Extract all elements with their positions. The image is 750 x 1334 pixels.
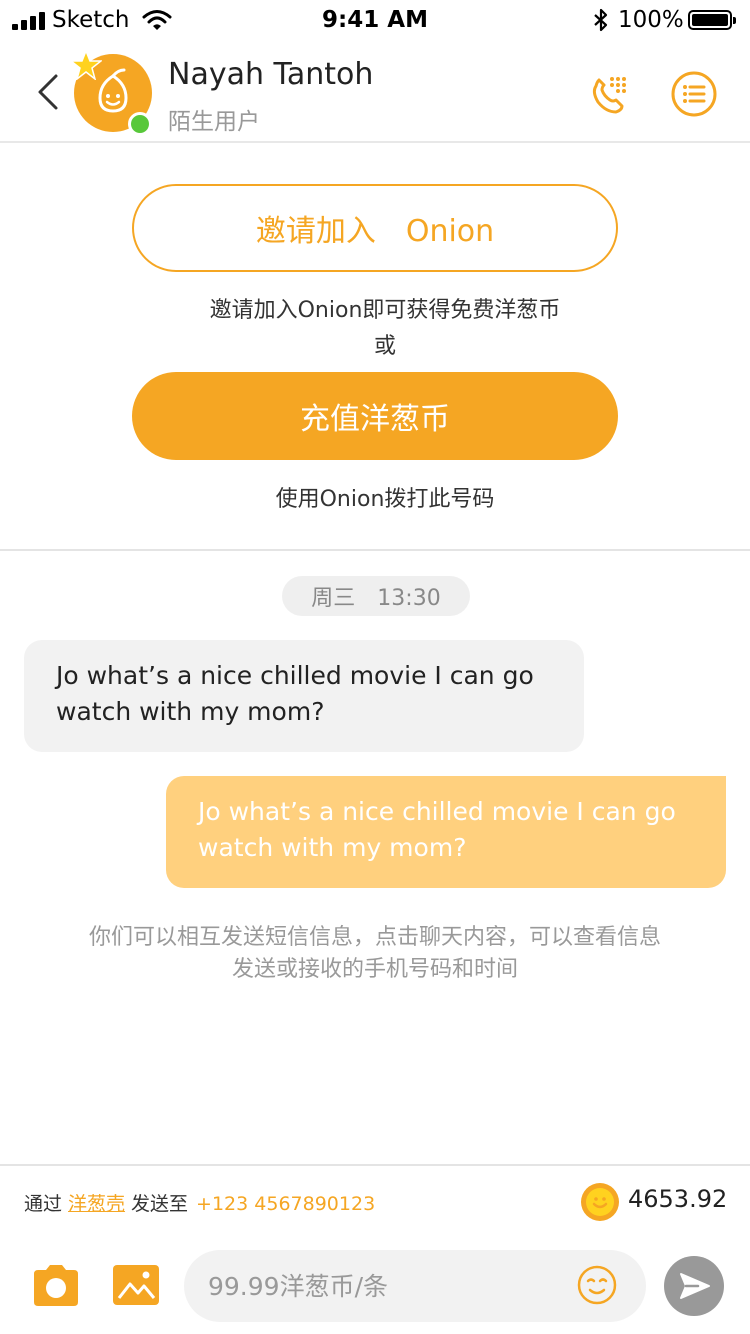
send-button[interactable]	[664, 1256, 724, 1316]
bluetooth-icon	[594, 8, 608, 32]
battery-percent: 100%	[618, 7, 684, 33]
call-description: 使用Onion拨打此号码	[275, 487, 495, 512]
via-mid: 发送至	[131, 1193, 189, 1215]
image-gallery-icon[interactable]	[110, 1262, 162, 1308]
chat-header: Nayah Tantoh 陌生用户	[0, 40, 750, 143]
dialpad-icon[interactable]	[586, 70, 634, 118]
send-arrow-icon	[680, 1273, 710, 1299]
contact-name: Nayah Tantoh	[168, 57, 374, 92]
via-service-link[interactable]: 洋葱壳	[68, 1193, 125, 1215]
contact-subtitle: 陌生用户	[168, 109, 260, 135]
destination-phone: +123 4567890123	[196, 1193, 376, 1215]
list-menu-icon[interactable]	[670, 70, 718, 118]
online-status-dot	[128, 112, 152, 136]
via-prefix: 通过	[24, 1193, 63, 1215]
invite-description: 邀请加入Onion即可获得免费洋葱币	[209, 298, 561, 323]
chat-hint-text: 你们可以相互发送短信信息，点击聊天内容，可以查看信息发送或接收的手机号码和时间	[88, 925, 661, 982]
divider	[0, 1164, 750, 1166]
coin-icon	[581, 1183, 619, 1221]
recharge-coins-button[interactable]: 充值洋葱币	[132, 372, 618, 460]
invite-onion-button[interactable]: 邀请加入 Onion	[132, 184, 618, 272]
camera-icon[interactable]	[30, 1262, 82, 1308]
incoming-message-bubble[interactable]: Jo what’s a nice chilled movie I can go …	[24, 640, 584, 752]
emoji-icon[interactable]	[576, 1264, 618, 1306]
outgoing-message-bubble[interactable]: Jo what’s a nice chilled movie I can go …	[166, 776, 726, 888]
star-badge-icon	[70, 50, 102, 80]
battery-icon	[688, 10, 736, 30]
coin-balance: 4653.92	[628, 1185, 728, 1213]
status-bar: Sketch 9:41 AM 100%	[0, 0, 750, 40]
divider	[0, 549, 750, 551]
chat-timestamp: 周三 13:30	[282, 576, 470, 616]
back-arrow-icon[interactable]	[30, 70, 64, 114]
or-separator: 或	[373, 334, 396, 359]
send-via-row: 通过 洋葱壳 发送至 +123 4567890123	[24, 1189, 375, 1216]
